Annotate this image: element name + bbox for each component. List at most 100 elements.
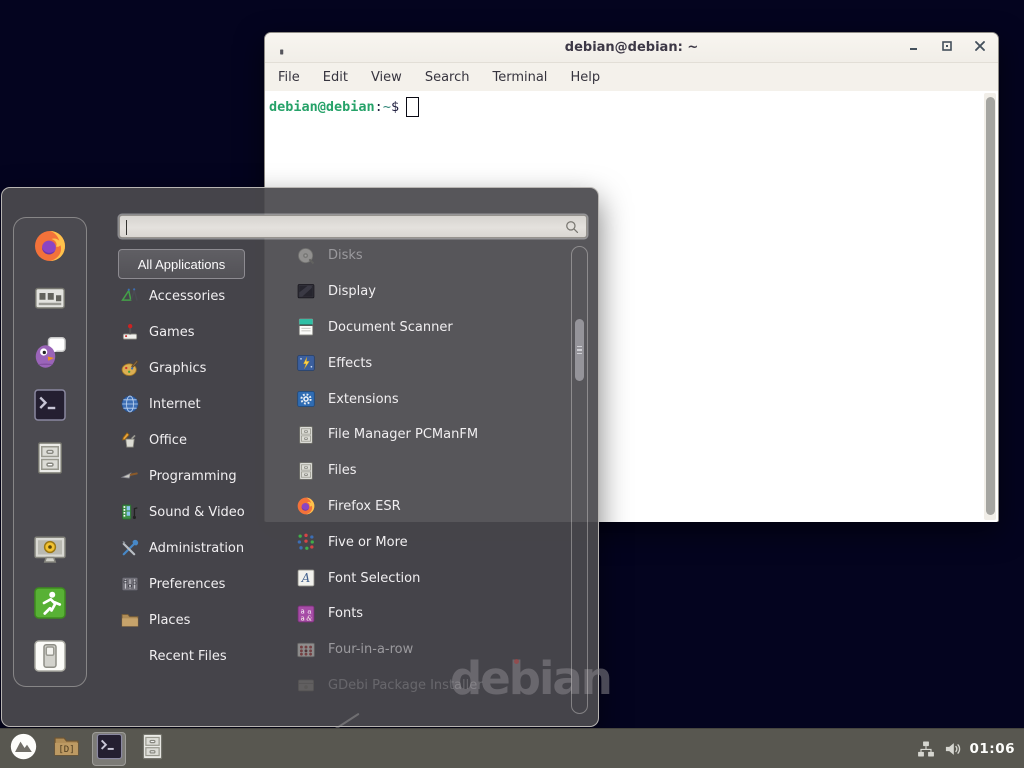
category-games[interactable]: Games <box>118 314 280 350</box>
application-list-scrollbar-thumb[interactable] <box>575 319 584 381</box>
favorite-package-manager[interactable] <box>32 283 68 319</box>
terminal-menu-file[interactable]: File <box>273 68 305 87</box>
clock[interactable]: 01:06 <box>970 741 1015 757</box>
category-recent-files[interactable]: Recent Files <box>118 638 280 674</box>
all-applications-button[interactable]: All Applications <box>118 249 245 279</box>
app-label: Fonts <box>328 606 363 621</box>
app-label: Font Selection <box>328 571 420 586</box>
app-effects[interactable]: Effects <box>278 345 566 381</box>
terminal-cursor <box>406 97 419 117</box>
tray-icons <box>916 739 963 759</box>
category-office[interactable]: Office <box>118 422 280 458</box>
terminal-titlebar[interactable]: debian@debian: ~ <box>265 33 998 63</box>
terminal-menubar: File Edit View Search Terminal Help <box>265 63 998 91</box>
terminal-menu-view[interactable]: View <box>366 68 407 87</box>
terminal-scrollbar[interactable] <box>984 93 996 520</box>
session-buttons <box>32 534 68 676</box>
app-label: Extensions <box>328 392 399 407</box>
games-icon <box>120 322 140 342</box>
category-label: Sound & Video <box>149 505 245 520</box>
terminal-scrollbar-thumb[interactable] <box>986 97 995 515</box>
four-in-a-row-icon <box>296 640 316 660</box>
package-manager-icon <box>32 281 68 321</box>
app-document-scanner[interactable]: Document Scanner <box>278 310 566 346</box>
search-box[interactable] <box>119 215 587 238</box>
preferences-icon <box>120 574 140 594</box>
favorite-terminal[interactable] <box>32 389 68 425</box>
app-label: Files <box>328 463 357 478</box>
app-label: Display <box>328 284 376 299</box>
window-close-icon <box>972 38 988 58</box>
shutdown-button[interactable] <box>32 640 68 676</box>
favorite-firefox[interactable] <box>32 230 68 266</box>
favorite-pidgin[interactable] <box>32 336 68 372</box>
svg-text:&: & <box>306 614 312 622</box>
app-five-or-more[interactable]: Five or More <box>278 524 566 560</box>
search-input[interactable] <box>120 216 563 237</box>
terminal-menu-edit[interactable]: Edit <box>318 68 353 87</box>
document-scanner-icon <box>296 317 316 337</box>
app-extensions[interactable]: Extensions <box>278 381 566 417</box>
prompt-path: ~ <box>383 99 391 115</box>
category-label: Preferences <box>149 577 225 592</box>
internet-icon <box>120 394 140 414</box>
terminal-menu-search[interactable]: Search <box>420 68 475 87</box>
network-tray-icon[interactable] <box>916 739 936 759</box>
category-internet[interactable]: Internet <box>118 386 280 422</box>
minimize-button[interactable] <box>906 40 922 56</box>
app-firefox-esr[interactable]: Firefox ESR <box>278 489 566 525</box>
category-programming[interactable]: Programming <box>118 458 280 494</box>
terminal-menu-terminal[interactable]: Terminal <box>487 68 552 87</box>
app-gdebi-package-installer[interactable]: GDebi Package Installer <box>278 668 566 704</box>
favorite-file-cabinet[interactable] <box>32 442 68 478</box>
taskbar-terminal-window-button[interactable] <box>92 732 126 766</box>
desktop: debian@debian: ~ File Edit View Search Termi… <box>0 0 1024 768</box>
app-file-manager-pcmanfm[interactable]: File Manager PCManFM <box>278 417 566 453</box>
app-label: Document Scanner <box>328 320 453 335</box>
sound-video-icon <box>120 502 140 522</box>
app-disks[interactable]: Disks <box>278 238 566 274</box>
category-administration[interactable]: Administration <box>118 530 280 566</box>
display-icon <box>296 282 316 302</box>
taskbar-file-cabinet-launcher[interactable] <box>135 732 169 766</box>
volume-tray-icon[interactable] <box>943 739 963 759</box>
lock-screen-button[interactable] <box>32 534 68 570</box>
window-controls <box>906 40 998 56</box>
category-label: Office <box>149 433 187 448</box>
app-fonts[interactable]: aaa&Fonts <box>278 596 566 632</box>
close-button[interactable] <box>972 40 988 56</box>
firefox-icon <box>296 496 316 516</box>
terminal-menu-help[interactable]: Help <box>565 68 605 87</box>
administration-icon <box>120 538 140 558</box>
category-accessories[interactable]: Accessories <box>118 278 280 314</box>
search-icon <box>563 218 581 236</box>
category-sound-video[interactable]: Sound & Video <box>118 494 280 530</box>
maximize-button[interactable] <box>939 40 955 56</box>
shell-prompt: debian@debian:~$ <box>269 97 419 117</box>
office-icon <box>120 430 140 450</box>
logout-button[interactable] <box>32 587 68 623</box>
taskbar-menu-logo-launcher[interactable] <box>6 732 40 766</box>
app-display[interactable]: Display <box>278 274 566 310</box>
app-label: Four-in-a-row <box>328 642 413 657</box>
terminal-icon <box>32 387 68 427</box>
app-label: GDebi Package Installer <box>328 678 483 693</box>
app-label: Disks <box>328 248 363 263</box>
file-cabinet-icon <box>296 461 316 481</box>
font-selection-icon: A <box>296 568 316 588</box>
taskbar-desktop-folder-launcher[interactable]: [D] <box>49 732 83 766</box>
five-or-more-icon <box>296 532 316 552</box>
app-label: Effects <box>328 356 372 371</box>
accessories-icon <box>120 286 140 306</box>
app-font-selection[interactable]: A Font Selection <box>278 560 566 596</box>
network-icon <box>916 739 936 759</box>
app-files[interactable]: Files <box>278 453 566 489</box>
logout-icon <box>32 585 68 625</box>
app-four-in-a-row[interactable]: Four-in-a-row <box>278 632 566 668</box>
category-preferences[interactable]: Preferences <box>118 566 280 602</box>
application-list-scrollbar[interactable] <box>571 246 588 714</box>
category-places[interactable]: Places <box>118 602 280 638</box>
svg-text:A: A <box>301 571 310 585</box>
lock-screen-icon <box>32 532 68 572</box>
category-graphics[interactable]: Graphics <box>118 350 280 386</box>
